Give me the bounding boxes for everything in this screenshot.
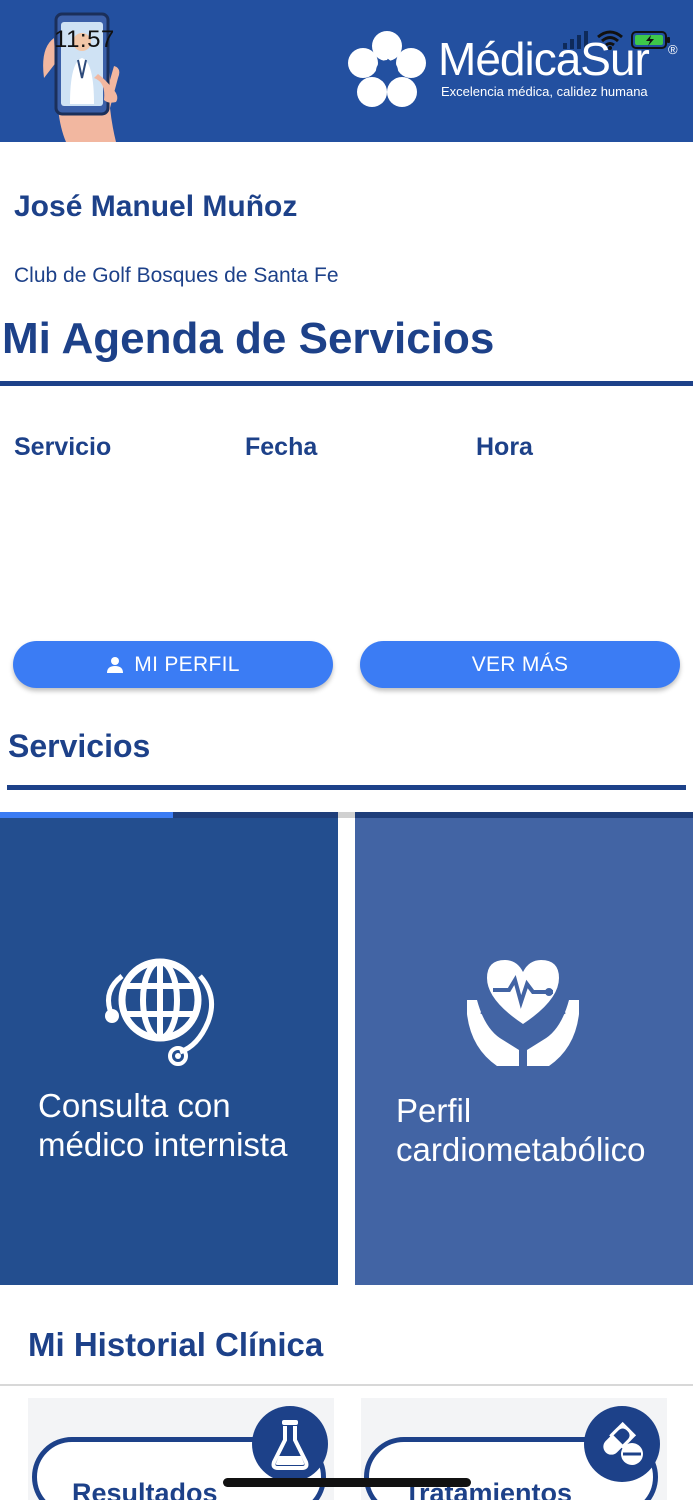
brand-registered-mark: ®: [668, 42, 678, 57]
service-card-internist-label: Consulta con médico internista: [38, 1086, 287, 1164]
user-name: José Manuel Muñoz: [14, 190, 298, 223]
history-results-badge: [252, 1406, 328, 1482]
globe-stethoscope-icon: [105, 958, 215, 1066]
services-title: Servicios: [8, 728, 151, 764]
service-card-cardiometabolic-line1: Perfil: [396, 1092, 472, 1129]
service-card-internist-line1: Consulta con: [38, 1087, 231, 1124]
flask-icon: [271, 1420, 309, 1470]
service-card-internist[interactable]: Consulta con médico internista: [0, 818, 338, 1285]
see-more-button[interactable]: VER MÁS: [360, 641, 680, 688]
heart-hands-icon: [467, 960, 579, 1066]
history-divider: [0, 1384, 693, 1386]
home-indicator: [223, 1478, 471, 1487]
medicasur-logo-icon: [348, 31, 426, 107]
history-treatments-badge: [584, 1406, 660, 1482]
service-card-cardiometabolic[interactable]: Perfil cardiometabólico: [355, 818, 693, 1285]
agenda-divider: [0, 381, 693, 386]
service-card-cardiometabolic-line2: cardiometabólico: [396, 1131, 646, 1168]
person-icon: [107, 656, 124, 673]
status-time: 11:57: [54, 26, 115, 53]
app-header: 11:57 MédicaSur ® Excelencia médica, cal…: [0, 0, 693, 142]
agenda-column-time: Hora: [476, 433, 533, 461]
services-divider: [7, 785, 686, 790]
agenda-title: Mi Agenda de Servicios: [2, 314, 495, 363]
brand-tagline: Excelencia médica, calidez humana: [441, 84, 648, 99]
service-card-internist-line2: médico internista: [38, 1126, 288, 1163]
service-card-cardiometabolic-label: Perfil cardiometabólico: [396, 1091, 645, 1169]
pills-icon: [603, 1421, 643, 1465]
carousel-gap: [338, 812, 355, 818]
history-results-label: Resultados: [72, 1478, 218, 1500]
user-club: Club de Golf Bosques de Santa Fe: [14, 264, 339, 287]
see-more-label: VER MÁS: [471, 652, 569, 676]
my-profile-button[interactable]: MI PERFIL: [13, 641, 333, 688]
history-title: Mi Historial Clínica: [28, 1326, 324, 1363]
my-profile-label: MI PERFIL: [134, 652, 240, 676]
agenda-column-service: Servicio: [14, 433, 112, 461]
agenda-column-date: Fecha: [245, 433, 318, 461]
brand-name: MédicaSur: [438, 33, 650, 85]
